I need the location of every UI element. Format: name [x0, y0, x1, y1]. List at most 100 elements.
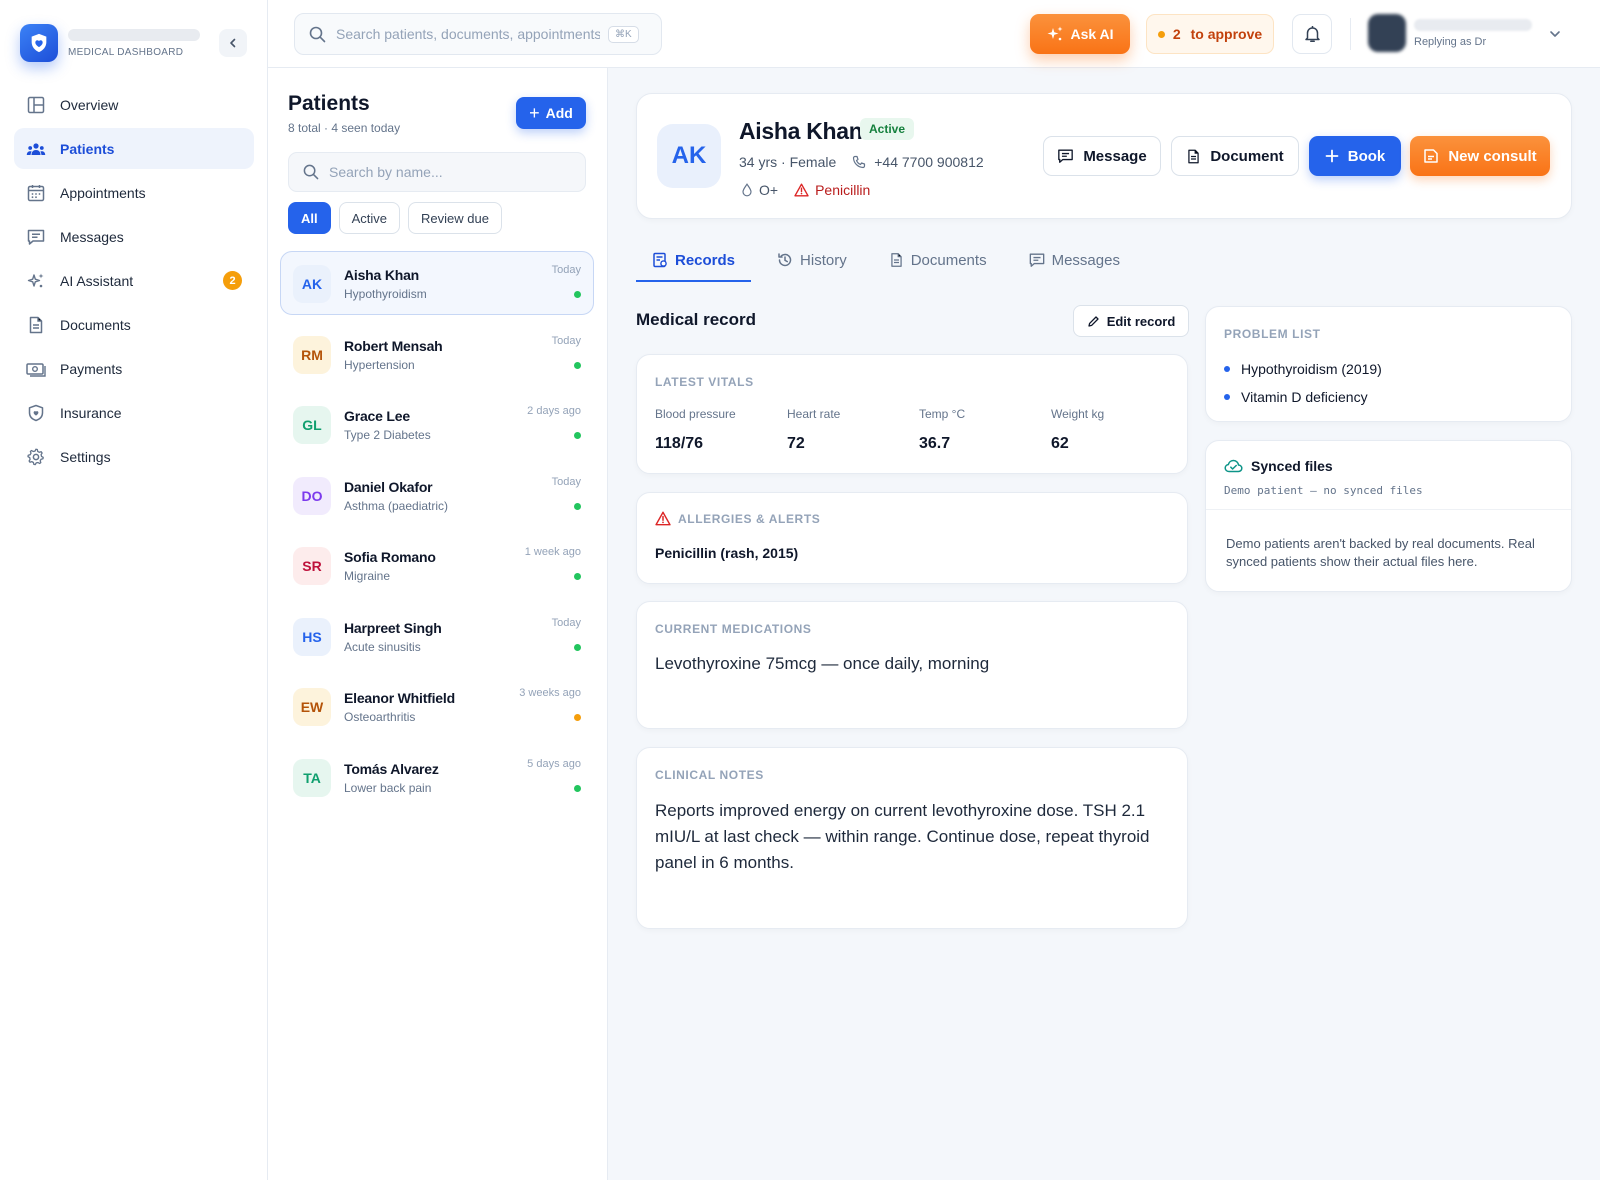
add-label: Add [545, 105, 573, 121]
sidebar-item-label: Payments [60, 360, 123, 377]
document-icon [1188, 149, 1200, 163]
allergies-caption-text: ALLERGIES & ALERTS [678, 511, 821, 526]
records-icon [653, 252, 667, 268]
new-consult-button[interactable]: New consult [1410, 136, 1550, 176]
patient-row[interactable]: EW Eleanor Whitfield Osteoarthritis 3 weeks… [280, 674, 594, 738]
message-button-label: Message [1083, 147, 1147, 165]
patient-search-input[interactable] [329, 164, 559, 180]
allergies-text: Penicillin (rash, 2015) [655, 545, 799, 561]
medications-card: CURRENT MEDICATIONS Levothyroxine 75mcg … [636, 601, 1188, 729]
brand[interactable]: MEDICAL DASHBOARD [20, 24, 200, 62]
ask-ai-button[interactable]: Ask AI [1030, 14, 1130, 54]
list-item: Vitamin D deficiency [1224, 383, 1382, 411]
patient-phone[interactable]: +44 7700 900812 [852, 154, 984, 170]
allergy-tag: Penicillin [794, 182, 870, 198]
tab-history[interactable]: History [761, 240, 863, 280]
chevron-down-icon[interactable] [1548, 27, 1562, 41]
problem-list-card: PROBLEM LIST Hypothyroidism (2019) Vitam… [1205, 306, 1572, 422]
patient-name: Tomás Alvarez [344, 760, 439, 777]
blood-drop-icon [742, 183, 752, 197]
pending-approvals-button[interactable]: 2 to approve [1146, 14, 1274, 54]
allergies-caption: ALLERGIES & ALERTS [655, 511, 820, 526]
sidebar-item-insurance[interactable]: Insurance [14, 392, 254, 433]
synced-files-subtitle: Demo patient — no synced files [1224, 484, 1423, 497]
patient-row[interactable]: GL Grace Lee Type 2 Diabetes 2 days ago [280, 392, 594, 456]
last-seen: 1 week ago [524, 546, 581, 558]
problem-list-caption: PROBLEM LIST [1224, 327, 1321, 341]
vital-value: 62 [1051, 435, 1069, 452]
synced-files-body: Demo patients aren't backed by real docu… [1226, 536, 1535, 569]
filter-review-due[interactable]: Review due [408, 202, 502, 234]
patient-row[interactable]: RM Robert Mensah Hypertension Today [280, 322, 594, 386]
document-button[interactable]: Document [1171, 136, 1299, 176]
notifications-button[interactable] [1292, 14, 1332, 54]
patient-name: Robert Mensah [344, 337, 443, 354]
patient-meta: 34 yrs · Female +44 7700 900812 [739, 154, 984, 170]
synced-files-card: Synced files Demo patient — no synced fi… [1205, 440, 1572, 592]
patient-name: Aisha Khan [344, 267, 420, 283]
sidebar-item-overview[interactable]: Overview [14, 84, 254, 125]
vital-blood-pressure: Blood pressure 118/76 [655, 407, 787, 453]
message-button[interactable]: Message [1043, 136, 1161, 176]
record-tabs: Records History Documents Messages [636, 240, 1146, 282]
edit-record-button[interactable]: Edit record [1073, 305, 1189, 337]
tab-documents[interactable]: Documents [873, 240, 1003, 280]
sidebar-item-payments[interactable]: Payments [14, 348, 254, 389]
patient-header-card: AK Aisha Khan Active 34 yrs · Female +44… [636, 93, 1572, 219]
blood-type-tag: O+ [741, 182, 778, 198]
user-menu[interactable]: Replying as Dr [1368, 14, 1532, 52]
tab-messages[interactable]: Messages [1013, 240, 1136, 280]
patient-condition: Type 2 Diabetes [344, 428, 431, 442]
message-icon [1058, 149, 1074, 163]
patients-subtitle: 8 total · 4 seen today [288, 121, 401, 135]
sparkle-icon [1047, 26, 1063, 41]
warning-icon [794, 183, 809, 197]
sidebar-item-ai-assistant[interactable]: AI Assistant 2 [14, 260, 254, 301]
patient-row[interactable]: DO Daniel Okafor Asthma (paediatric) Today [280, 463, 594, 527]
clinical-notes-card: CLINICAL NOTES Reports improved energy o… [636, 747, 1188, 929]
sidebar-item-appointments[interactable]: Appointments [14, 172, 254, 213]
patient-name: Daniel Okafor [344, 478, 433, 495]
sidebar-item-label: Insurance [60, 404, 122, 421]
sidebar-item-patients[interactable]: Patients [14, 128, 254, 169]
patient-phone-number: +44 7700 900812 [874, 154, 984, 170]
shield-icon [26, 403, 46, 423]
user-name-redacted [1414, 18, 1532, 31]
avatar [1368, 14, 1406, 52]
patient-search[interactable] [288, 152, 586, 192]
patient-condition: Migraine [344, 569, 391, 583]
layout-icon [26, 95, 46, 115]
consult-note-icon [1424, 149, 1439, 163]
collapse-sidebar-button[interactable] [219, 29, 247, 57]
last-seen: 5 days ago [527, 757, 581, 770]
book-button[interactable]: Book [1309, 136, 1401, 176]
global-search[interactable]: ⌘K [294, 13, 662, 55]
phone-icon [853, 155, 866, 169]
sidebar-item-settings[interactable]: Settings [14, 436, 254, 477]
sidebar-item-messages[interactable]: Messages [14, 216, 254, 257]
tab-records[interactable]: Records [636, 240, 752, 282]
filter-active[interactable]: Active [338, 202, 401, 234]
sidebar-item-documents[interactable]: Documents [14, 304, 254, 345]
divider [1206, 509, 1571, 510]
patient-row[interactable]: HS Harpreet Singh Acute sinusitis Today [280, 604, 594, 668]
patient-row[interactable]: TA Tomás Alvarez Lower back pain 5 days ago [280, 745, 594, 809]
history-icon [778, 253, 792, 267]
sidebar-item-label: Messages [60, 228, 124, 245]
calendar-icon [26, 183, 46, 203]
status-badge: Active [860, 118, 915, 140]
patient-row[interactable]: SR Sofia Romano Migraine 1 week ago [280, 533, 594, 597]
status-dot [574, 361, 581, 369]
vital-label: Weight kg [1051, 407, 1105, 421]
vital-heart-rate: Heart rate 72 [787, 407, 919, 453]
vitals-grid: Blood pressure 118/76 Heart rate 72 Temp… [655, 407, 1183, 453]
edit-record-label: Edit record [1106, 313, 1176, 329]
add-patient-button[interactable]: + Add [516, 97, 586, 129]
payment-icon [26, 359, 46, 379]
global-search-input[interactable] [336, 26, 600, 42]
ask-ai-label: Ask AI [1070, 26, 1114, 42]
patient-row[interactable]: AK Aisha Khan Hypothyroidism Today [280, 251, 594, 315]
patient-condition: Hypertension [344, 357, 415, 372]
filter-all[interactable]: All [288, 202, 331, 234]
tab-label: Records [675, 251, 736, 269]
